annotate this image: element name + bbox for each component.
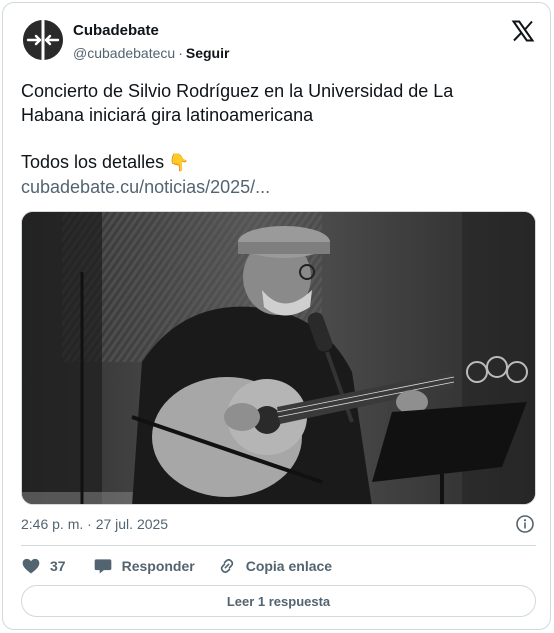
tweet-text-gap [21, 127, 536, 150]
read-replies-button[interactable]: Leer 1 respuesta [21, 585, 536, 617]
x-logo-icon[interactable] [511, 19, 535, 43]
tweet-details-line: Todos los detalles 👇 [21, 150, 536, 175]
author-display-name[interactable]: Cubadebate [73, 22, 159, 39]
heart-icon [22, 558, 40, 574]
author-handle-row: @cubadebatecu · Seguir [73, 45, 229, 61]
like-button[interactable]: 37 [21, 556, 66, 576]
cubadebate-avatar[interactable] [23, 20, 63, 60]
tweet-photo[interactable] [21, 211, 536, 505]
speech-bubble-icon [94, 559, 111, 574]
tweet-text: Concierto de Silvio Rodríguez en la Univ… [21, 79, 536, 199]
info-icon[interactable] [515, 514, 535, 534]
like-count: 37 [50, 558, 66, 574]
tweet-text-line-1: Concierto de Silvio Rodríguez en la Univ… [21, 81, 454, 101]
reply-button[interactable]: Responder [93, 556, 195, 576]
tweet-timestamp[interactable]: 2:46 p. m. · 27 jul. 2025 [21, 516, 168, 532]
copy-link-button[interactable]: Copia enlace [217, 556, 332, 576]
author-handle[interactable]: @cubadebatecu [73, 45, 175, 61]
copy-link-label: Copia enlace [245, 558, 333, 574]
pointing-down-icon: 👇 [168, 153, 190, 172]
divider [21, 545, 536, 546]
reply-label: Responder [121, 558, 195, 574]
link-icon [220, 558, 233, 574]
action-bar: 37 Responder Copia enlace [21, 554, 332, 578]
tweet-details-text: Todos los detalles [21, 152, 165, 172]
separator-dot: · [178, 45, 183, 61]
tweet-link[interactable]: cubadebate.cu/noticias/2025/... [21, 175, 536, 199]
tweet-text-line-2: Habana iniciará gira latinoamericana [21, 105, 314, 125]
tweet-card: Cubadebate @cubadebatecu · Seguir Conciert… [2, 2, 551, 630]
follow-button[interactable]: Seguir [186, 45, 230, 61]
